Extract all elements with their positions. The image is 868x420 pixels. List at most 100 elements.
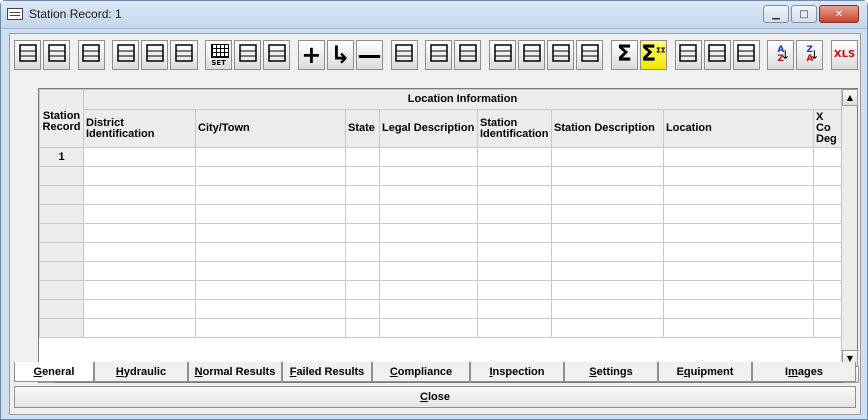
grid-cell[interactable]: [345, 242, 380, 262]
grid-cell[interactable]: [83, 204, 196, 224]
grid-cell[interactable]: [477, 318, 552, 338]
grid-cell[interactable]: [379, 185, 478, 205]
grid-cell[interactable]: [551, 261, 664, 281]
vertical-scrollbar[interactable]: ▲ ▼: [841, 89, 858, 367]
row-number[interactable]: [39, 299, 84, 319]
grid-cell[interactable]: [379, 318, 478, 338]
minimize-button[interactable]: ▁: [763, 5, 789, 23]
grid-cell[interactable]: [663, 147, 814, 167]
first-record-button[interactable]: [14, 40, 42, 70]
grid-cell[interactable]: [379, 242, 478, 262]
grid-cell[interactable]: [345, 280, 380, 300]
columns-button[interactable]: [703, 40, 731, 70]
grid-cell[interactable]: [663, 299, 814, 319]
sort-descending-button[interactable]: ↓ Z A: [796, 40, 824, 70]
grid-cell[interactable]: [477, 242, 552, 262]
grid-cell[interactable]: [83, 261, 196, 281]
column-header[interactable]: State: [345, 109, 380, 148]
grid-button[interactable]: [732, 40, 760, 70]
hand-stop-button[interactable]: [576, 40, 604, 70]
grid-cell[interactable]: [551, 318, 664, 338]
grid-cell[interactable]: [379, 147, 478, 167]
face-button[interactable]: [390, 40, 418, 70]
insert-arrow-button[interactable]: ↳: [326, 40, 354, 70]
grid-width-button[interactable]: [234, 40, 262, 70]
grid-cell[interactable]: [551, 166, 664, 186]
grid-cell[interactable]: [83, 166, 196, 186]
grid-cell[interactable]: [379, 166, 478, 186]
close-button[interactable]: Close: [14, 386, 856, 408]
column-header[interactable]: Station Identification: [477, 109, 552, 148]
list-button[interactable]: [425, 40, 453, 70]
table-row[interactable]: [39, 318, 842, 338]
grid-cell[interactable]: [345, 185, 380, 205]
grid-cell[interactable]: [477, 204, 552, 224]
clipboard-button[interactable]: [141, 40, 169, 70]
grid-cell[interactable]: [83, 318, 196, 338]
column-header[interactable]: X Co Deg: [813, 109, 842, 148]
grid-cell[interactable]: [195, 261, 346, 281]
row-number[interactable]: [39, 166, 84, 186]
grid-cell[interactable]: [813, 242, 842, 262]
list-2-button[interactable]: [454, 40, 482, 70]
row-number[interactable]: [39, 185, 84, 205]
grid-cell[interactable]: [813, 204, 842, 224]
grid-cell[interactable]: [195, 299, 346, 319]
grid-cell[interactable]: [195, 147, 346, 167]
grid-cell[interactable]: [813, 223, 842, 243]
grid-cell[interactable]: [663, 318, 814, 338]
grid-cell[interactable]: [477, 185, 552, 205]
grid-cell[interactable]: [195, 242, 346, 262]
grid-cell[interactable]: [83, 280, 196, 300]
window-button[interactable]: [674, 40, 702, 70]
column-header[interactable]: District Identification: [83, 109, 196, 148]
column-header[interactable]: City/Town: [195, 109, 346, 148]
grid-cell[interactable]: [195, 223, 346, 243]
tab-compliance[interactable]: Compliance: [372, 362, 470, 382]
tab-hydraulic[interactable]: Hydraulic: [94, 362, 188, 382]
grid-cell[interactable]: [663, 166, 814, 186]
grid-cell[interactable]: [379, 204, 478, 224]
grid-cell[interactable]: [813, 318, 842, 338]
grid-cell[interactable]: [551, 185, 664, 205]
grid-cell[interactable]: [83, 223, 196, 243]
grid-cell[interactable]: [551, 147, 664, 167]
grid-cell[interactable]: [663, 185, 814, 205]
row-number[interactable]: [39, 261, 84, 281]
delete-button[interactable]: —: [356, 40, 384, 70]
title-bar[interactable]: Station Record: 1 ▁ □ ✕: [1, 1, 867, 29]
grid-cell[interactable]: [195, 166, 346, 186]
table-row[interactable]: [39, 204, 842, 224]
grid-cell[interactable]: [551, 280, 664, 300]
maximize-button[interactable]: □: [791, 5, 817, 23]
grid-cell[interactable]: [379, 299, 478, 319]
table-row[interactable]: 1: [39, 147, 842, 167]
grid-cell[interactable]: [813, 166, 842, 186]
grid-cell[interactable]: [379, 261, 478, 281]
grid-cell[interactable]: [345, 166, 380, 186]
grid-cell[interactable]: [551, 242, 664, 262]
grid-cell[interactable]: [813, 299, 842, 319]
grid-cell[interactable]: [477, 261, 552, 281]
grid-cell[interactable]: [345, 299, 380, 319]
grid-cell[interactable]: [477, 166, 552, 186]
grid-cell[interactable]: [663, 261, 814, 281]
add-button[interactable]: +: [297, 40, 325, 70]
grid-cell[interactable]: [477, 147, 552, 167]
3d-box-button[interactable]: [170, 40, 198, 70]
sum-button[interactable]: Σ: [610, 40, 638, 70]
export-xls-button[interactable]: XLS: [830, 40, 859, 70]
table-row[interactable]: [39, 299, 842, 319]
table-row[interactable]: [39, 223, 842, 243]
grid-cell[interactable]: [813, 261, 842, 281]
grid-cell[interactable]: [663, 280, 814, 300]
print-button[interactable]: [263, 40, 291, 70]
grid-cell[interactable]: [813, 147, 842, 167]
grid-cell[interactable]: [345, 261, 380, 281]
last-record-button[interactable]: [43, 40, 71, 70]
grid-cell[interactable]: [813, 185, 842, 205]
row-number[interactable]: [39, 280, 84, 300]
table-row[interactable]: [39, 185, 842, 205]
help-button[interactable]: [488, 40, 517, 70]
window-menu-icon[interactable]: [7, 8, 23, 20]
